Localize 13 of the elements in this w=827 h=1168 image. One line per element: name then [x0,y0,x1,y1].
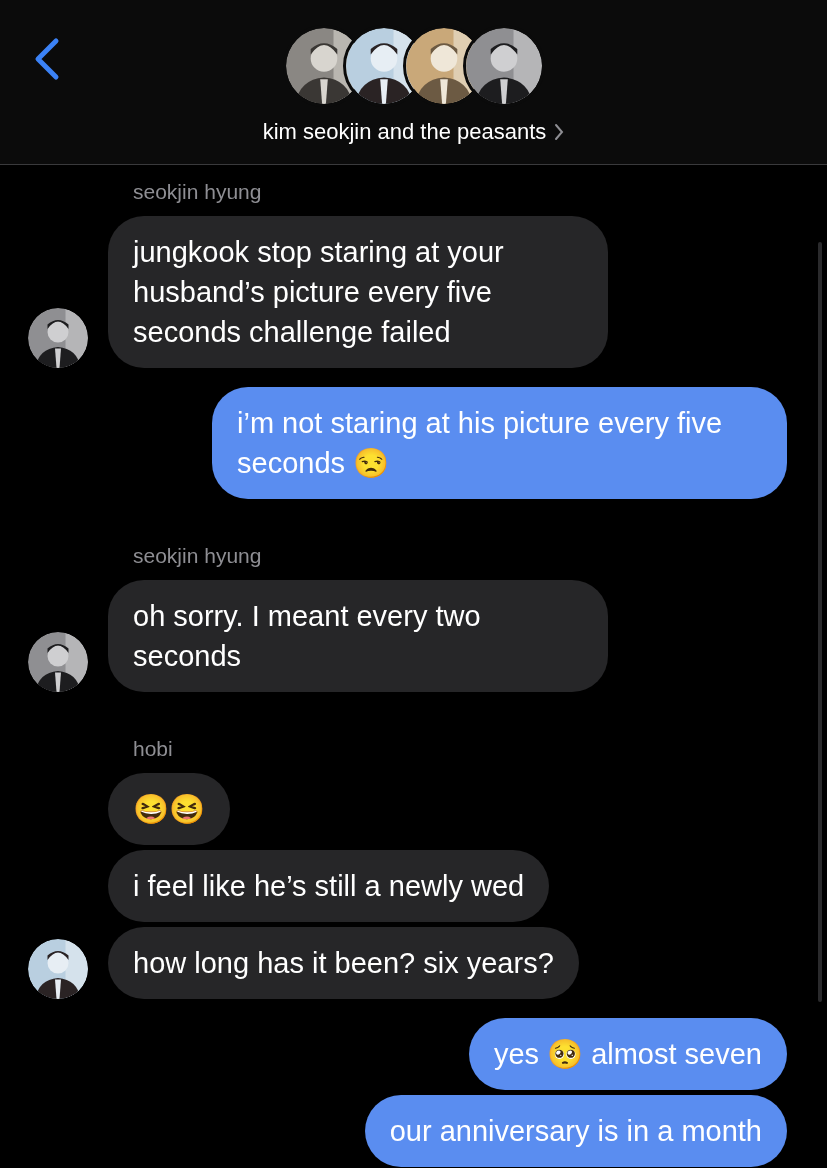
message-bubble: i’m not staring at his picture every five seconds 😒 [212,387,787,499]
message-bubble: oh sorry. I meant every two seconds [108,580,608,692]
sender-name: seokjin hyung [133,179,262,205]
sender-name: hobi [133,736,173,762]
message-bubble: jungkook stop staring at your husband’s picture every five seconds challenge failed [108,216,608,368]
message-bubble: yes 🥺 almost seven [468,1018,787,1090]
message-bubble: 😆😆 [108,773,230,845]
sender-name: seokjin hyung [133,543,262,569]
message-bubble: i feel like he’s still a newly wed [108,850,550,922]
message-bubble: how long has it been? six years? [108,927,579,999]
message-bubble: our anniversary is in a month [364,1095,787,1167]
chevron-right-icon[interactable] [554,122,565,141]
group-title[interactable]: kim seokjin and the peasants [262,115,547,148]
